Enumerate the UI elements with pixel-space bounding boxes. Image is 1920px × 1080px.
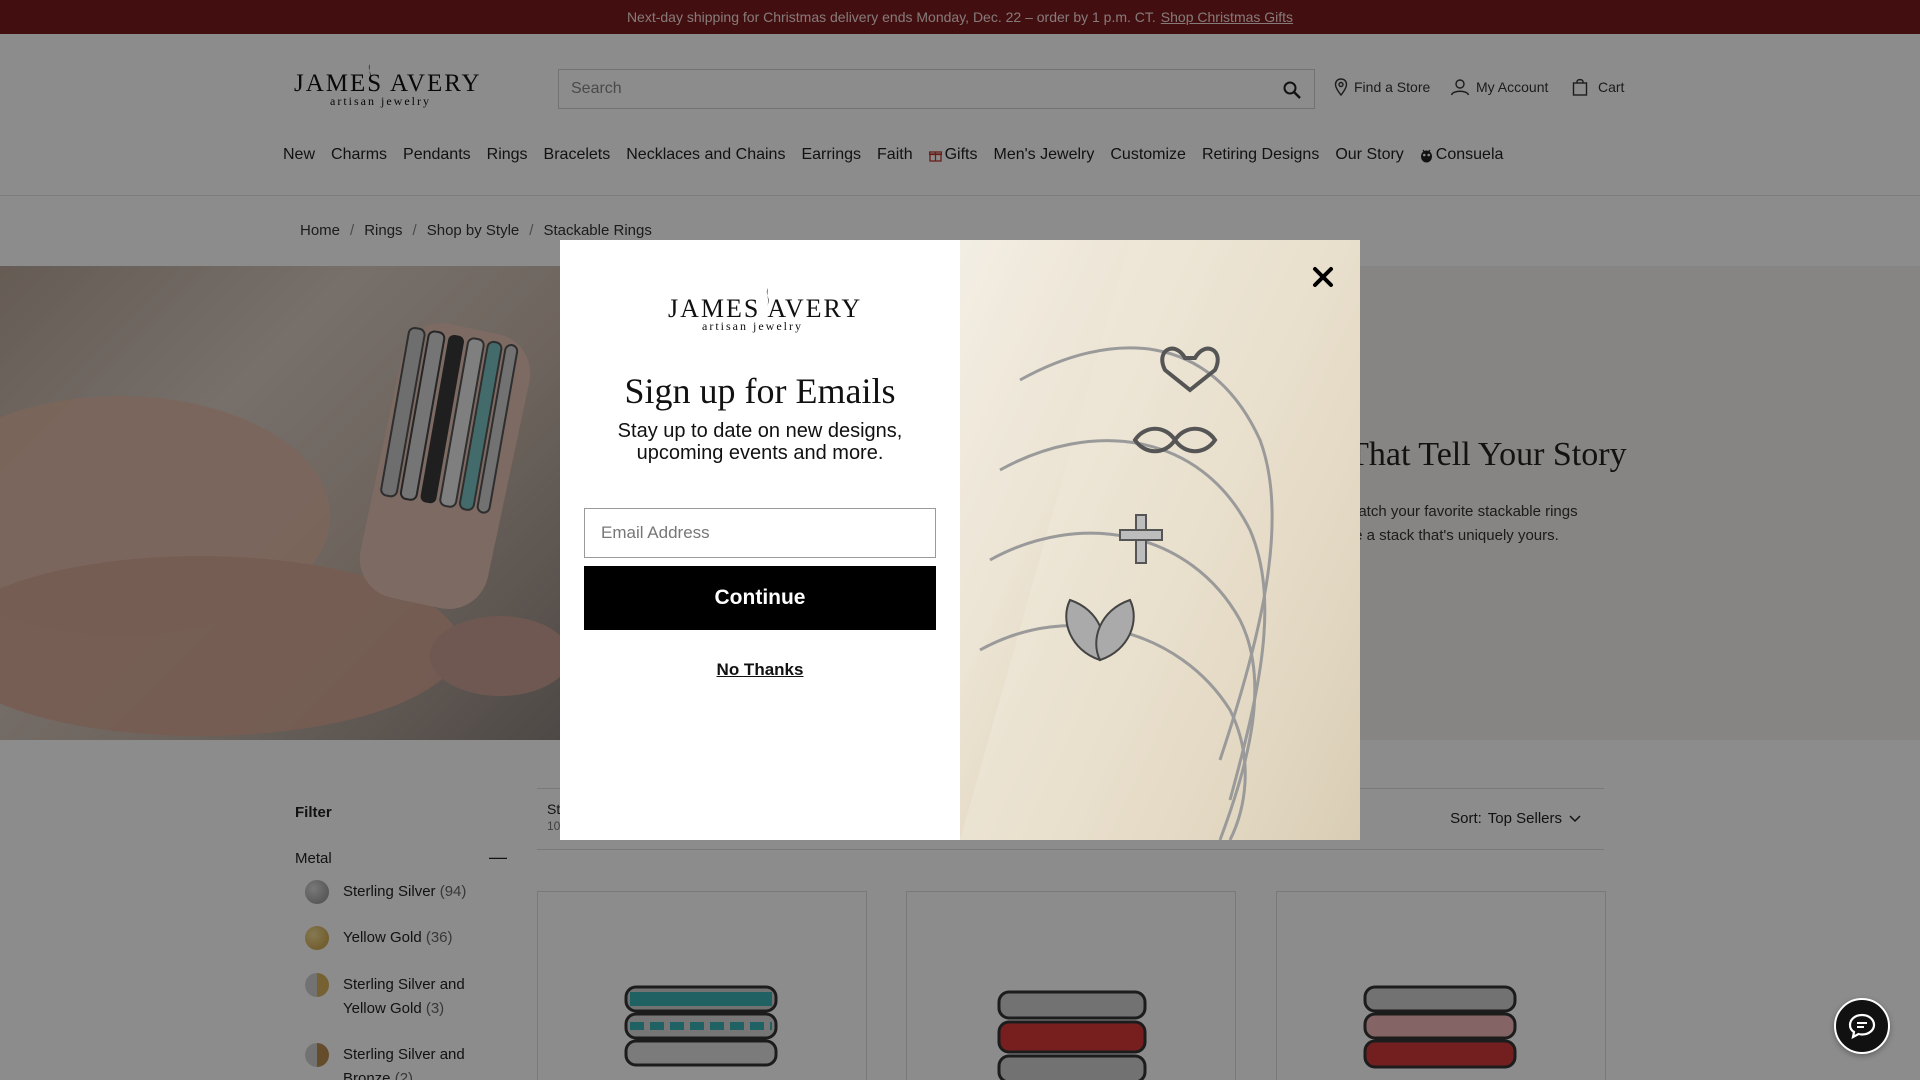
email-signup-modal: JAMES AVERY artisan jewelry Sign up for …: [560, 240, 1360, 840]
chat-button[interactable]: [1834, 998, 1890, 1054]
modal-logo-tagline: artisan jewelry: [702, 319, 803, 333]
modal-subtitle: Stay up to date on new designs, upcoming…: [590, 420, 930, 464]
chat-bubble-icon: [1848, 1013, 1876, 1039]
continue-button[interactable]: Continue: [584, 566, 936, 630]
bracelets-illustration: [960, 240, 1360, 840]
close-icon[interactable]: [1310, 264, 1336, 290]
modal-form-panel: JAMES AVERY artisan jewelry Sign up for …: [560, 240, 960, 840]
email-field[interactable]: [585, 509, 935, 557]
no-thanks-link[interactable]: No Thanks: [560, 660, 960, 680]
modal-logo: JAMES AVERY artisan jewelry: [668, 288, 860, 334]
modal-image-bracelets: [960, 240, 1360, 840]
email-field-wrapper: [584, 508, 936, 558]
flame-icon: [766, 288, 769, 306]
modal-subtitle-line: upcoming events and more.: [636, 442, 884, 464]
modal-subtitle-line: Stay up to date on new designs,: [617, 420, 903, 442]
modal-title: Sign up for Emails: [624, 371, 896, 411]
